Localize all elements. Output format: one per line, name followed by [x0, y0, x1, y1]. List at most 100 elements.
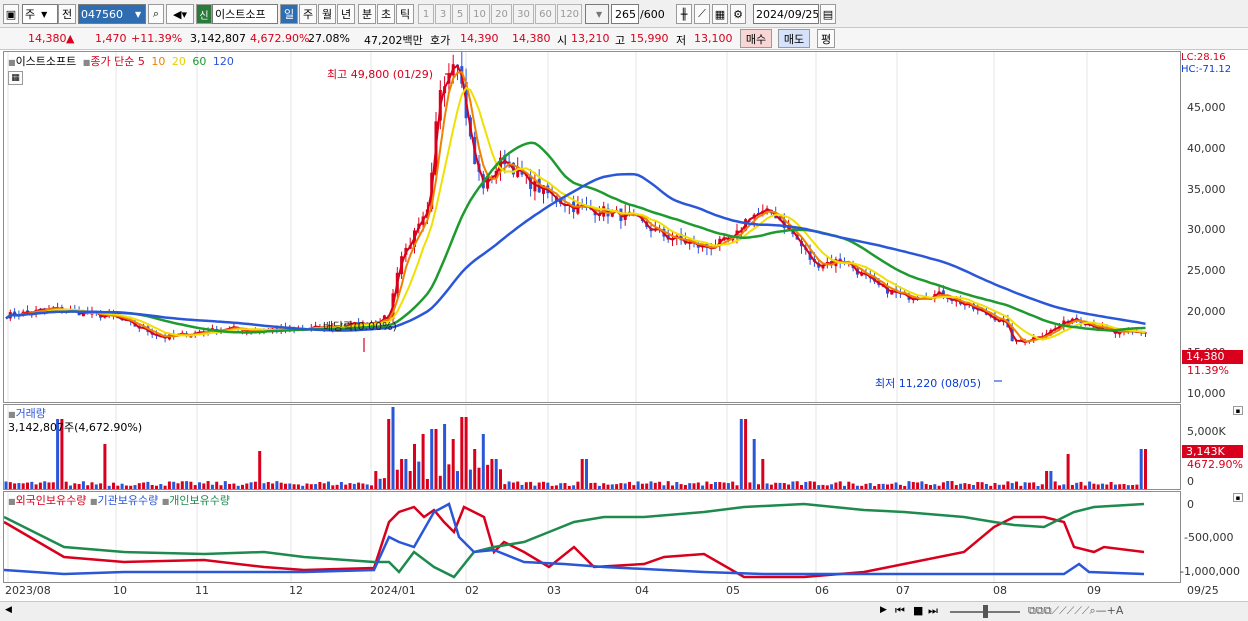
speaker-icon[interactable]: ◀▾	[166, 4, 194, 24]
interval-60[interactable]: 60	[535, 4, 556, 24]
volume-bar	[159, 484, 163, 489]
line-tool-icon[interactable]: ⟋	[694, 4, 710, 24]
ma5-label: 5	[137, 55, 145, 68]
volume-value-label: 3,142,807주(4,672.90%)	[8, 421, 143, 434]
volume-bar	[1058, 485, 1061, 489]
close-icon[interactable]: ▪	[1233, 406, 1243, 415]
period-minute-tab[interactable]: 분	[358, 4, 376, 24]
volume-bar	[989, 485, 993, 489]
volume-bar	[520, 484, 524, 489]
volume-bar	[348, 483, 352, 489]
calendar-icon[interactable]: ▤	[820, 4, 836, 24]
dropdown-arrow-icon: ▼	[41, 9, 48, 19]
volume-bar	[1032, 482, 1036, 489]
sell-button[interactable]: 매도	[778, 29, 810, 48]
count-input[interactable]: 265	[611, 4, 639, 24]
price-chart[interactable]	[4, 52, 1180, 402]
interval-30[interactable]: 30	[513, 4, 534, 24]
volume-bar	[322, 483, 326, 489]
period-tick-tab[interactable]: 틱	[396, 4, 414, 24]
change-pct: +11.39%	[131, 32, 183, 45]
volume-bar	[554, 485, 558, 489]
interval-120[interactable]: 120	[557, 4, 582, 24]
volume-bar	[963, 483, 967, 489]
interval-5[interactable]: 5	[452, 4, 468, 24]
volume-bar	[47, 482, 51, 489]
ma-line	[5, 64, 1146, 343]
holding-legend: ■외국인보유수량 ■기관보유수량 ■개인보유수량	[8, 492, 230, 508]
interval-1[interactable]: 1	[418, 4, 434, 24]
price-tick: 20,000	[1187, 305, 1226, 318]
period-week-tab[interactable]: 주	[299, 4, 317, 24]
volume-bar	[494, 459, 498, 489]
volume-bar	[382, 478, 386, 489]
save-icon[interactable]: ▦	[712, 4, 728, 24]
volume-bar	[1053, 481, 1057, 489]
interval-custom[interactable]: ▼	[585, 4, 609, 24]
volume-bar	[1096, 484, 1100, 489]
candle-icon[interactable]: ╫	[676, 4, 692, 24]
stop-icon[interactable]: ■	[913, 604, 923, 617]
volume-bar	[838, 481, 842, 489]
interval-20[interactable]: 20	[491, 4, 512, 24]
close-icon[interactable]: ▪	[1233, 493, 1243, 502]
stock-code-input[interactable]: 047560 ▼	[78, 4, 146, 24]
volume-bar	[301, 485, 305, 489]
volume-bar	[404, 459, 408, 489]
volume-bar	[748, 482, 752, 489]
buy-button[interactable]: 매수	[740, 29, 772, 48]
tool-icons[interactable]: ⧉⧉⧉⟋⟋⟋⟋⟋⌕—+A	[1028, 604, 1123, 618]
volume-bar	[266, 481, 270, 489]
volume-bar	[610, 484, 614, 489]
volume-bar	[649, 481, 653, 489]
period-year-tab[interactable]: 년	[337, 4, 355, 24]
date-field[interactable]: 2024/09/25	[753, 4, 819, 24]
zoom-handle[interactable]	[983, 605, 988, 618]
volume-bar	[318, 482, 322, 489]
open-price: 13,210	[571, 32, 610, 45]
chart-window-icon[interactable]: ▣	[3, 4, 19, 24]
rewind-icon[interactable]: ⏮	[895, 604, 905, 618]
volume-chart[interactable]	[4, 405, 1180, 489]
volume-bar	[438, 475, 442, 489]
forward-icon[interactable]: ⏭	[928, 604, 938, 618]
scroll-right-icon[interactable]: ▶	[880, 605, 887, 615]
ma-line	[5, 86, 1146, 341]
period-month-tab[interactable]: 월	[318, 4, 336, 24]
period-day-tab[interactable]: 일	[280, 4, 298, 24]
x-axis-label: 08	[993, 584, 1007, 597]
volume-bar	[339, 481, 343, 489]
institution-line	[4, 502, 1145, 576]
volume-bar	[632, 485, 636, 489]
interval-3[interactable]: 3	[435, 4, 451, 24]
interval-10[interactable]: 10	[469, 4, 490, 24]
eval-button[interactable]: 평	[817, 29, 835, 48]
volume-bar	[417, 461, 421, 489]
scroll-left-icon[interactable]: ◀	[5, 605, 12, 615]
volume-bar	[215, 481, 219, 489]
volume-bar	[950, 481, 954, 489]
ma10-label: 10	[151, 55, 166, 68]
period-second-tab[interactable]: 초	[377, 4, 395, 24]
volume-bar	[1109, 482, 1113, 489]
open-label: 시	[557, 34, 568, 47]
grid-toggle-icon[interactable]: ▦	[8, 71, 23, 85]
search-icon[interactable]: ⌕	[148, 4, 164, 24]
volume-bar	[90, 482, 94, 489]
volume-bar	[150, 484, 154, 489]
scroll-bar[interactable]: ◀ ▶ ⏮ ■ ⏭ ⧉⧉⧉⟋⟋⟋⟋⟋⌕—+A	[0, 601, 1248, 621]
volume-bar	[567, 485, 571, 489]
legend-square-icon: ■	[8, 410, 16, 419]
stock-name-field[interactable]: 이스트소프	[212, 4, 278, 24]
volume-bar	[731, 481, 735, 489]
volume-bar	[1027, 482, 1031, 489]
volume-bar	[894, 482, 898, 489]
volume-bar	[249, 482, 253, 489]
volume-bar	[911, 482, 915, 489]
volume-bar	[43, 481, 47, 489]
prev-button[interactable]: 전	[58, 4, 76, 24]
gear-icon[interactable]: ⚙	[730, 4, 746, 24]
volume-bar	[765, 483, 769, 489]
market-select[interactable]: 주 ▼	[22, 4, 58, 24]
volume-bar	[1083, 485, 1087, 489]
